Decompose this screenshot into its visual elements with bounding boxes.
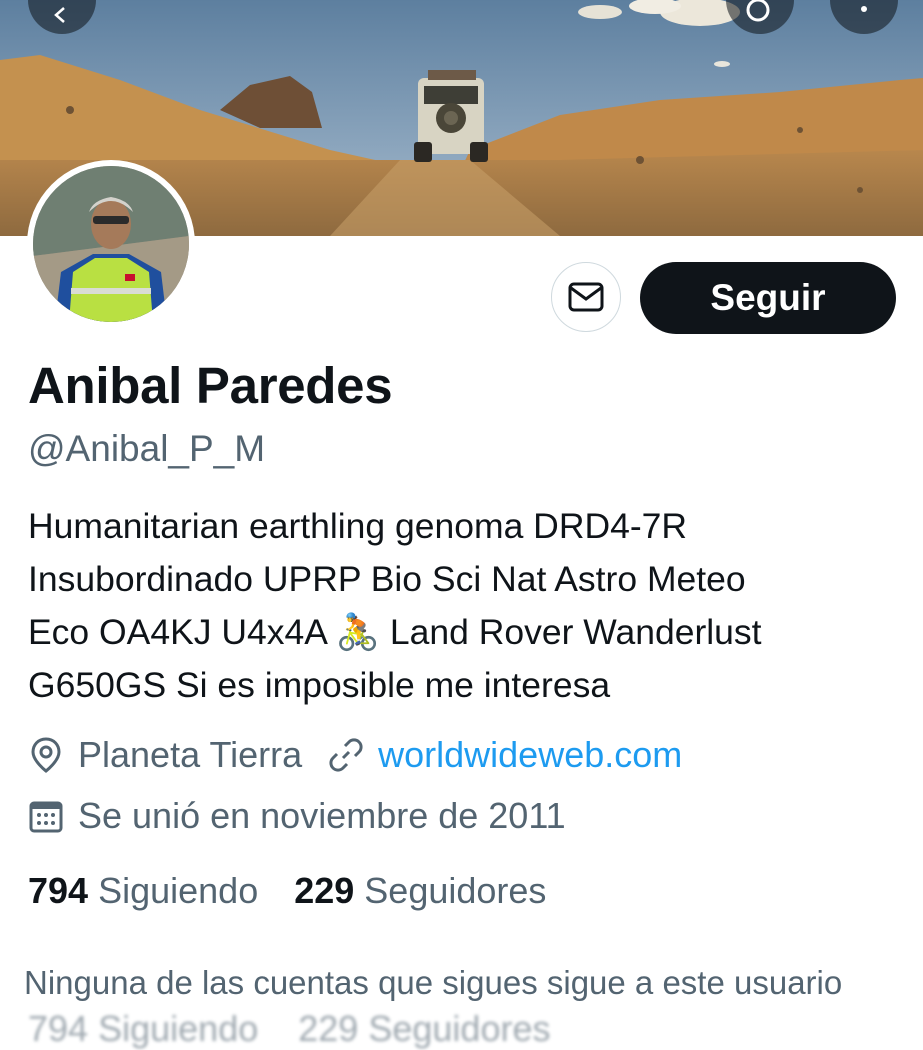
followers-count: 229 <box>294 870 355 911</box>
map-pin-icon <box>31 737 61 773</box>
envelope-icon <box>568 282 604 312</box>
joined-row: Se unió en noviembre de 2011 <box>28 794 566 838</box>
search-icon <box>746 0 770 22</box>
bio-line: Humanitarian earthling genoma DRD4-7R <box>28 506 688 546</box>
more-vertical-icon <box>861 6 867 12</box>
ghost-following-label: Siguiendo <box>98 1008 259 1049</box>
bio-line: Insubordinado UPRP Bio Sci Nat Astro Met… <box>28 559 746 599</box>
following-count: 794 <box>28 870 89 911</box>
following-label: Siguiendo <box>98 870 259 911</box>
ghost-followers-label: Seguidores <box>368 1008 551 1049</box>
location-text: Planeta Tierra <box>78 734 303 775</box>
website-link[interactable]: worldwideweb.com <box>378 734 682 776</box>
mutual-followers-notice: Ninguna de las cuentas que sigues sigue … <box>24 964 843 1001</box>
arrow-left-icon <box>54 7 65 23</box>
ghost-followers: 229 <box>298 1008 359 1049</box>
user-handle: @Anibal_P_M <box>28 428 266 469</box>
ghost-following: 794 <box>28 1008 89 1049</box>
followers-stat[interactable]: 229 Seguidores <box>294 870 546 912</box>
follow-stats: 794 Siguiendo 229 Seguidores <box>28 870 546 912</box>
follow-button[interactable]: Seguir <box>640 262 896 334</box>
followers-label: Seguidores <box>364 870 547 911</box>
profile-bio: Humanitarian earthling genoma DRD4-7R In… <box>28 500 908 712</box>
location-website-row: Planeta Tierra worldwideweb.com <box>28 733 682 777</box>
avatar-image <box>33 166 189 322</box>
ghost-stats-row: 794 Siguiendo 229 Seguidores <box>28 1008 550 1050</box>
display-name: Anibal Paredes <box>28 357 393 414</box>
link-icon <box>329 738 363 772</box>
bio-line: Eco OA4KJ U4x4A 🚴 Land Rover Wanderlust <box>28 612 762 652</box>
calendar-icon <box>29 801 63 833</box>
following-stat[interactable]: 794 Siguiendo <box>28 870 258 912</box>
message-button[interactable] <box>551 262 621 332</box>
profile-avatar[interactable] <box>27 160 195 328</box>
joined-text: Se unió en noviembre de 2011 <box>78 795 566 836</box>
bio-line: G650GS Si es imposible me interesa <box>28 665 611 705</box>
